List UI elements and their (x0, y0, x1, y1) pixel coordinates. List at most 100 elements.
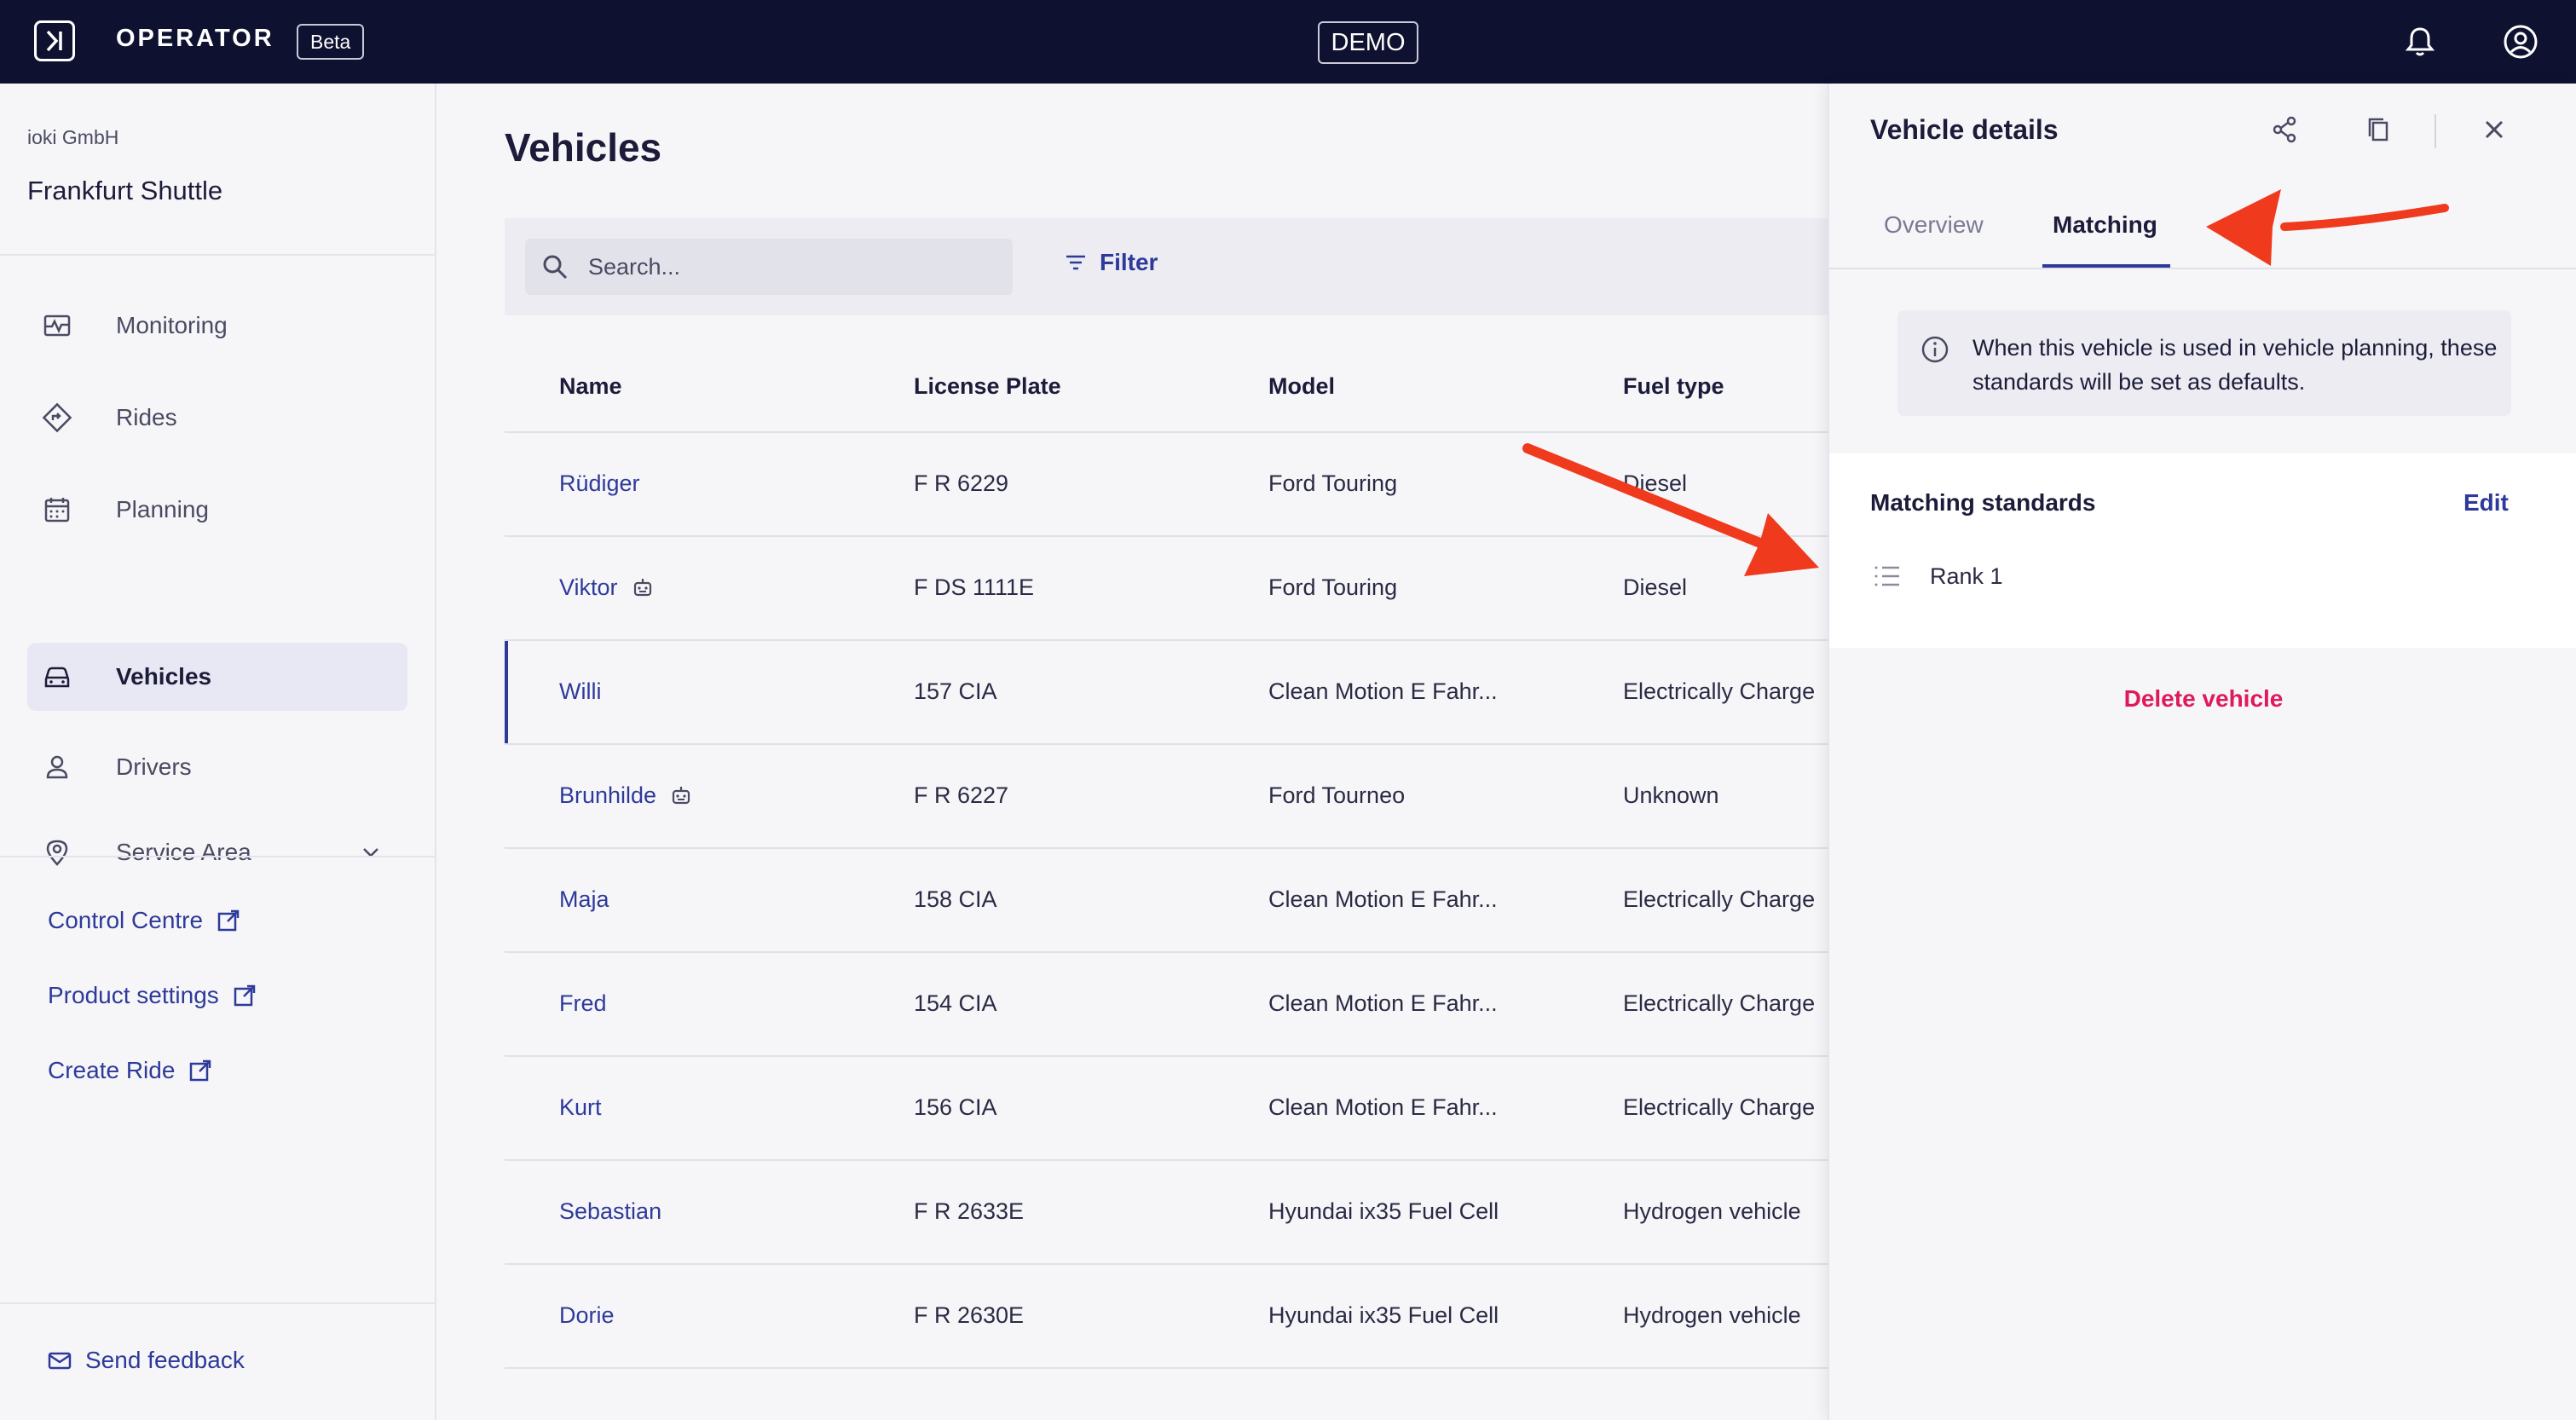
table-row[interactable]: Dorie F R 2630E Hyundai ix35 Fuel Cell Hydr… (505, 1265, 1834, 1369)
monitoring-icon (43, 315, 71, 337)
sidebar-item-rides[interactable]: Rides (27, 384, 407, 452)
control-centre-link[interactable]: Control Centre (48, 907, 240, 934)
search-box[interactable] (525, 239, 1013, 295)
product-settings-link[interactable]: Product settings (48, 982, 257, 1009)
table-row[interactable]: Willi 157 CIA Clean Motion E Fahr... Electr… (505, 641, 1834, 745)
fuel-type-cell: Diesel (1623, 470, 1688, 496)
table-header: Name License Plate Model Fuel type (505, 341, 1834, 433)
fuel-type-cell: Hydrogen vehicle (1623, 1198, 1801, 1224)
table-row[interactable]: Fred 154 CIA Clean Motion E Fahr... Electri… (505, 953, 1834, 1057)
sidebar-item-service-area[interactable]: Service Area (27, 818, 407, 886)
vehicle-name[interactable]: Rüdiger (559, 470, 640, 497)
filter-button[interactable]: Filter (1064, 249, 1158, 276)
mail-icon (48, 1352, 72, 1370)
organization-name: ioki GmbH (27, 126, 119, 148)
sidebar-item-drivers[interactable]: Drivers (27, 733, 407, 801)
table-row[interactable]: Brunhilde F R 6227 Ford Tourneo Unknown (505, 745, 1834, 849)
vehicle-name[interactable]: Kurt (559, 1094, 602, 1121)
robot-icon (633, 578, 651, 596)
vehicle-details-panel: Vehicle details Overview Matching When t… (1828, 84, 2576, 1420)
sidebar-item-planning[interactable]: Planning (27, 476, 407, 544)
person-icon (46, 755, 68, 779)
vehicle-name-link[interactable]: Willi (559, 678, 601, 705)
vehicle-name-link[interactable]: Maja (559, 886, 609, 913)
chevron-down-icon[interactable] (356, 838, 385, 867)
model-cell: Clean Motion E Fahr... (1268, 886, 1498, 912)
matching-standards-title: Matching standards (1870, 489, 2096, 516)
vehicle-name[interactable]: Maja (559, 886, 609, 913)
brand-name: OPERATOR (116, 25, 274, 52)
copy-icon[interactable] (2361, 113, 2395, 147)
fuel-type-cell: Electrically Charge (1623, 678, 1816, 704)
vehicle-name[interactable]: Brunhilde (559, 782, 656, 809)
license-plate-cell: F DS 1111E (914, 574, 1035, 600)
table-row[interactable]: Maja 158 CIA Clean Motion E Fahr... Electri… (505, 849, 1834, 953)
delete-vehicle-button[interactable]: Delete vehicle (1829, 685, 2576, 713)
table-row[interactable]: Viktor F DS 1111E Ford Touring Diesel (505, 537, 1834, 641)
vehicle-name[interactable]: Sebastian (559, 1198, 661, 1225)
table-row[interactable]: Sebastian F R 2633E Hyundai ix35 Fuel Cell… (505, 1161, 1834, 1265)
vehicle-name[interactable]: Fred (559, 990, 607, 1017)
send-feedback-button[interactable]: Send feedback (48, 1347, 245, 1374)
project-name[interactable]: Frankfurt Shuttle (27, 176, 222, 206)
vehicle-name-link[interactable]: Fred (559, 990, 607, 1017)
search-input[interactable] (586, 239, 996, 295)
vehicle-name-link[interactable]: Dorie (559, 1302, 615, 1329)
tab-overview[interactable]: Overview (1884, 211, 1984, 239)
vehicle-name-link[interactable]: Sebastian (559, 1198, 661, 1225)
vehicles-table: Name License Plate Model Fuel type Rüdig… (505, 341, 1834, 1369)
link-label: Create Ride (48, 1057, 176, 1083)
model-cell: Hyundai ix35 Fuel Cell (1268, 1198, 1499, 1224)
sidebar-item-label: Service Area (116, 839, 251, 865)
table-toolbar: Filter (505, 218, 1834, 315)
sidebar-item-label: Planning (116, 496, 209, 522)
robot-icon (672, 786, 690, 804)
vehicle-name-link[interactable]: Brunhilde (559, 782, 694, 809)
sidebar-item-monitoring[interactable]: Monitoring (27, 292, 407, 360)
calendar-icon (44, 498, 70, 522)
sidebar-item-label: Monitoring (116, 312, 228, 338)
vehicle-name[interactable]: Willi (559, 678, 601, 705)
edit-button[interactable]: Edit (2463, 489, 2509, 517)
column-header-model[interactable]: Model (1268, 373, 1335, 400)
license-plate-cell: F R 2633E (914, 1198, 1025, 1224)
sidebar-item-label: Vehicles (116, 663, 212, 690)
license-plate-cell: F R 6229 (914, 470, 1009, 496)
divider (0, 1302, 436, 1304)
car-icon (44, 667, 70, 688)
fuel-type-cell: Unknown (1623, 782, 1719, 808)
share-icon[interactable] (2267, 113, 2302, 147)
link-label: Control Centre (48, 907, 204, 933)
column-header-fuel-type[interactable]: Fuel type (1623, 373, 1724, 400)
vehicle-name-link[interactable]: Kurt (559, 1094, 602, 1121)
fuel-type-cell: Electrically Charge (1623, 990, 1816, 1016)
model-cell: Hyundai ix35 Fuel Cell (1268, 1302, 1499, 1328)
panel-title: Vehicle details (1870, 114, 2059, 145)
search-icon (543, 255, 568, 280)
tab-matching[interactable]: Matching (2053, 211, 2157, 239)
user-account-icon[interactable] (2501, 22, 2540, 61)
external-link-icon (217, 909, 240, 932)
create-ride-link[interactable]: Create Ride (48, 1057, 212, 1084)
model-cell: Ford Touring (1268, 574, 1398, 600)
license-plate-cell: F R 2630E (914, 1302, 1025, 1328)
vehicle-name-link[interactable]: Viktor (559, 574, 656, 601)
divider (0, 254, 436, 256)
vehicle-name[interactable]: Dorie (559, 1302, 615, 1329)
close-icon[interactable] (2477, 113, 2511, 147)
bell-icon[interactable] (2400, 22, 2440, 61)
model-cell: Clean Motion E Fahr... (1268, 1094, 1498, 1120)
list-item: Rank 1 (1870, 559, 2003, 593)
table-row[interactable]: Rüdiger F R 6229 Ford Touring Diesel (505, 433, 1834, 537)
sidebar-item-vehicles[interactable]: Vehicles (27, 643, 407, 711)
page-title: Vehicles (505, 125, 662, 170)
column-header-license-plate[interactable]: License Plate (914, 373, 1061, 400)
vehicle-name-link[interactable]: Rüdiger (559, 470, 640, 497)
operator-logo-icon[interactable] (34, 20, 75, 61)
column-header-name[interactable]: Name (559, 373, 622, 400)
vehicle-name[interactable]: Viktor (559, 574, 618, 601)
external-link-icon (190, 1059, 211, 1082)
fuel-type-cell: Electrically Charge (1623, 1094, 1816, 1120)
table-row[interactable]: Kurt 156 CIA Clean Motion E Fahr... Electri… (505, 1057, 1834, 1161)
info-message: When this vehicle is used in vehicle pla… (1897, 310, 2511, 416)
